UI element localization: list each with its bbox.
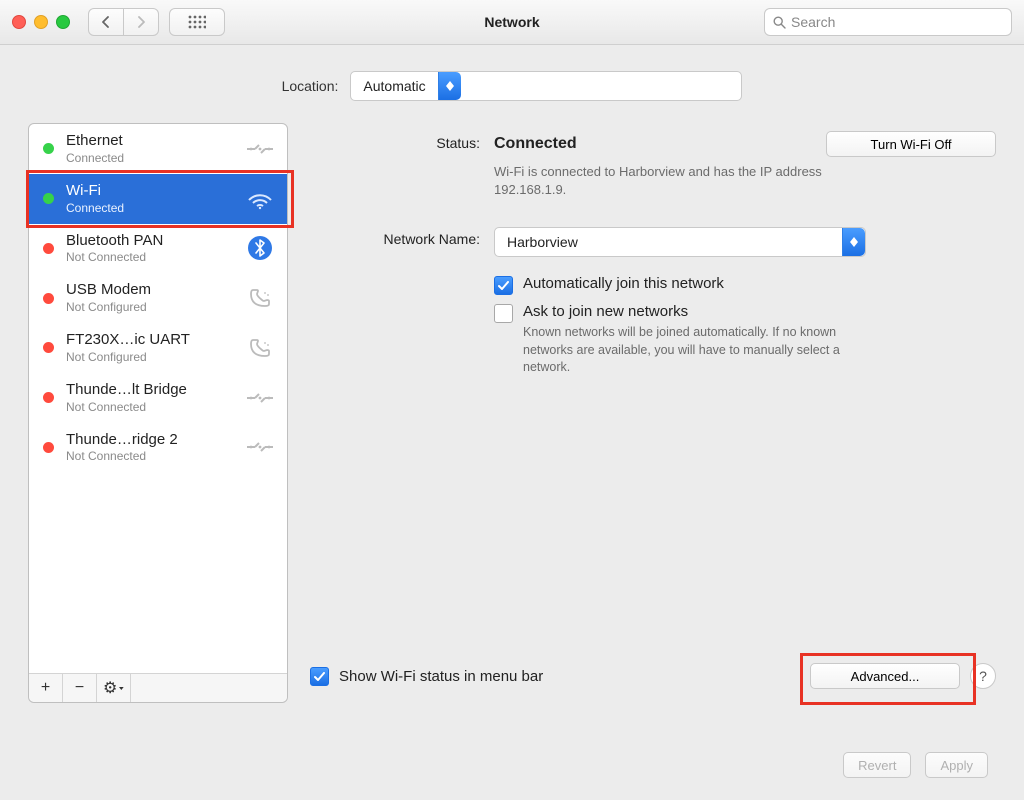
interface-name: USB Modem [66, 281, 243, 300]
zoom-window-button[interactable] [56, 15, 70, 29]
ask-to-join-label: Ask to join new networks [523, 303, 883, 320]
status-description: Wi-Fi is connected to Harborview and has… [494, 163, 894, 199]
status-value: Connected [494, 135, 577, 153]
ask-to-join-description: Known networks will be joined automatica… [523, 324, 883, 377]
status-dot-icon [43, 243, 54, 254]
interface-list: Ethernet Connected Wi-Fi Connected [28, 123, 288, 703]
phone-icon [243, 283, 277, 313]
wifi-toggle-button[interactable]: Turn Wi-Fi Off [826, 131, 996, 157]
sidebar-item-usb-modem[interactable]: USB Modem Not Configured [29, 273, 287, 323]
status-dot-icon [43, 442, 54, 453]
bluetooth-icon [243, 233, 277, 263]
show-all-button[interactable] [169, 8, 225, 36]
sidebar-item-ft230x-uart[interactable]: FT230X…ic UART Not Configured [29, 323, 287, 373]
dropdown-arrows-icon [842, 228, 865, 256]
interface-status: Not Configured [66, 350, 243, 365]
interface-status: Connected [66, 151, 243, 166]
gear-icon: ⚙ [103, 678, 117, 698]
network-name-value: Harborview [495, 234, 590, 250]
help-button[interactable]: ? [970, 663, 996, 689]
dropdown-arrows-icon [438, 72, 461, 100]
remove-interface-button[interactable]: − [63, 674, 97, 702]
show-in-menubar-label: Show Wi-Fi status in menu bar [339, 668, 543, 685]
status-dot-icon [43, 143, 54, 154]
status-dot-icon [43, 342, 54, 353]
interface-name: Ethernet [66, 132, 243, 151]
interface-name: Thunde…ridge 2 [66, 431, 243, 450]
interface-status: Not Configured [66, 300, 243, 315]
interface-actions-button[interactable]: ⚙ [97, 674, 131, 702]
search-icon [773, 16, 786, 29]
ethernet-icon [243, 383, 277, 413]
sidebar-item-bluetooth-pan[interactable]: Bluetooth PAN Not Connected [29, 224, 287, 274]
sidebar-item-thunderbolt-bridge-2[interactable]: Thunde…ridge 2 Not Connected [29, 423, 287, 473]
search-field[interactable]: Search [764, 8, 1012, 36]
interface-status: Not Connected [66, 449, 243, 464]
back-button[interactable] [88, 8, 124, 36]
interface-name: Wi-Fi [66, 182, 243, 201]
sidebar-item-thunderbolt-bridge[interactable]: Thunde…lt Bridge Not Connected [29, 373, 287, 423]
network-name-dropdown[interactable]: Harborview [494, 227, 866, 257]
interface-name: Bluetooth PAN [66, 232, 243, 251]
network-name-label: Network Name: [310, 227, 494, 247]
wifi-icon [243, 184, 277, 214]
status-dot-icon [43, 293, 54, 304]
phone-icon [243, 333, 277, 363]
status-dot-icon [43, 193, 54, 204]
ethernet-icon [243, 134, 277, 164]
auto-join-checkbox[interactable] [494, 276, 513, 295]
add-interface-button[interactable]: + [29, 674, 63, 702]
interface-name: Thunde…lt Bridge [66, 381, 243, 400]
advanced-button[interactable]: Advanced... [810, 663, 960, 689]
sidebar-item-wifi[interactable]: Wi-Fi Connected [29, 174, 287, 224]
location-dropdown[interactable]: Automatic [350, 71, 742, 101]
chevron-down-icon [119, 686, 124, 691]
search-placeholder: Search [791, 14, 835, 30]
interface-status: Not Connected [66, 250, 243, 265]
location-label: Location: [282, 78, 339, 94]
status-label: Status: [310, 131, 494, 151]
interface-status: Not Connected [66, 400, 243, 415]
minimize-window-button[interactable] [34, 15, 48, 29]
interface-name: FT230X…ic UART [66, 331, 243, 350]
forward-button[interactable] [124, 8, 159, 36]
location-value: Automatic [351, 78, 437, 94]
ask-to-join-checkbox[interactable] [494, 304, 513, 323]
show-in-menubar-checkbox[interactable] [310, 667, 329, 686]
close-window-button[interactable] [12, 15, 26, 29]
ethernet-icon [243, 432, 277, 462]
status-dot-icon [43, 392, 54, 403]
sidebar-item-ethernet[interactable]: Ethernet Connected [29, 124, 287, 174]
revert-button[interactable]: Revert [843, 752, 911, 778]
auto-join-label: Automatically join this network [523, 275, 724, 292]
apply-button[interactable]: Apply [925, 752, 988, 778]
interface-status: Connected [66, 201, 243, 216]
